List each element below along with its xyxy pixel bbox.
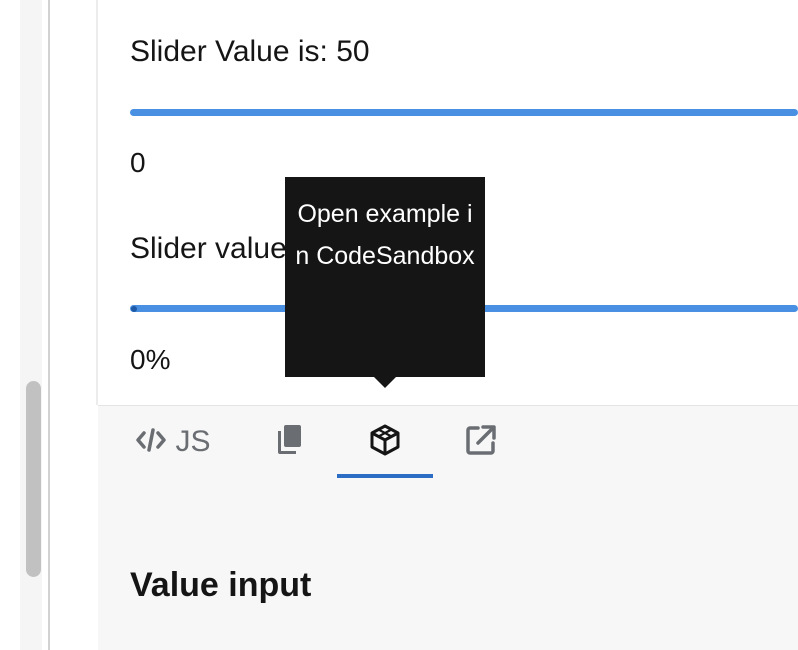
codesandbox-tooltip: Open example in CodeSandbox <box>285 177 485 377</box>
toggle-js-code-button[interactable]: JS <box>128 406 218 478</box>
external-link-icon <box>464 423 498 462</box>
open-in-new-window-button[interactable] <box>456 406 506 478</box>
slider-track[interactable] <box>130 109 798 116</box>
copy-icon <box>274 423 304 462</box>
slider-min-label: 0 <box>130 147 146 178</box>
active-tab-indicator <box>337 474 433 478</box>
code-icon <box>135 427 167 458</box>
slider-thumb-2[interactable] <box>131 305 137 312</box>
slider-value-label-2: Slider value <box>130 232 287 265</box>
scrollbar-thumb[interactable] <box>26 381 41 577</box>
open-codesandbox-button[interactable] <box>337 406 433 478</box>
page: Slider Value is: 50 0 Slider value 0% JS <box>0 0 798 650</box>
js-label: JS <box>175 425 211 458</box>
codesandbox-icon <box>368 423 402 462</box>
slider-min-label-2: 0% <box>130 344 171 375</box>
left-gutter <box>0 0 50 650</box>
tooltip-arrow <box>373 376 397 388</box>
copy-code-button[interactable] <box>264 406 314 478</box>
section-title: Value input <box>130 566 312 604</box>
slider-value-label: Slider Value is: 50 <box>130 35 370 68</box>
